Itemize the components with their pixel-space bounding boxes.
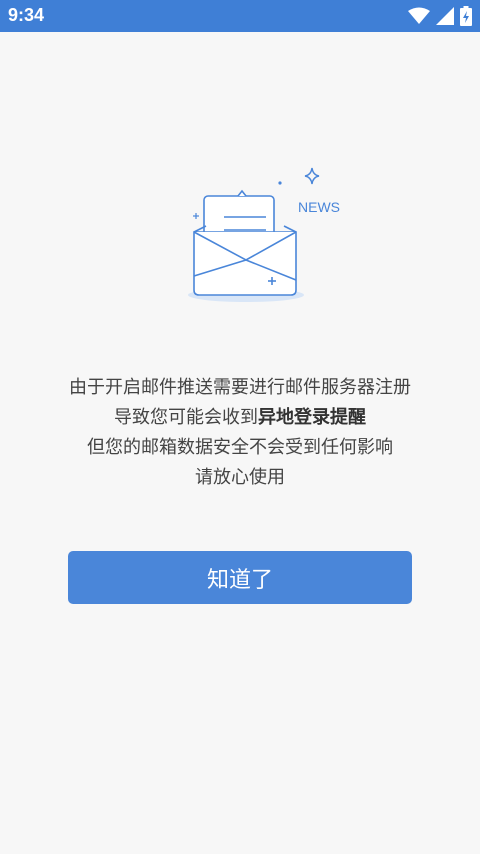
message-line-2: 导致您可能会收到异地登录提醒 [0, 403, 480, 433]
status-icons [408, 6, 472, 30]
remote-login-alert-text: 异地登录提醒 [258, 407, 366, 428]
status-time: 9:34 [8, 5, 45, 25]
message-line-4: 请放心使用 [195, 467, 285, 488]
message-line-2-prefix: 导致您可能会收到 [114, 407, 258, 428]
message-line-3: 但您的邮箱数据安全不会受到任何影响 [87, 437, 393, 458]
envelope-news-illustration: NEWS [180, 160, 360, 310]
message-line-1: 由于开启邮件推送需要进行邮件服务器注册 [69, 377, 411, 398]
signal-icon [436, 7, 454, 29]
envelope-news-icon: NEWS [188, 167, 340, 302]
got-it-button[interactable]: 知道了 [68, 551, 412, 604]
news-label: NEWS [298, 199, 340, 215]
wifi-icon [408, 7, 430, 29]
status-bar: 9:34 [0, 0, 480, 32]
battery-icon [460, 6, 472, 30]
notice-message: 由于开启邮件推送需要进行邮件服务器注册 导致您可能会收到异地登录提醒 但您的邮箱… [0, 373, 480, 493]
